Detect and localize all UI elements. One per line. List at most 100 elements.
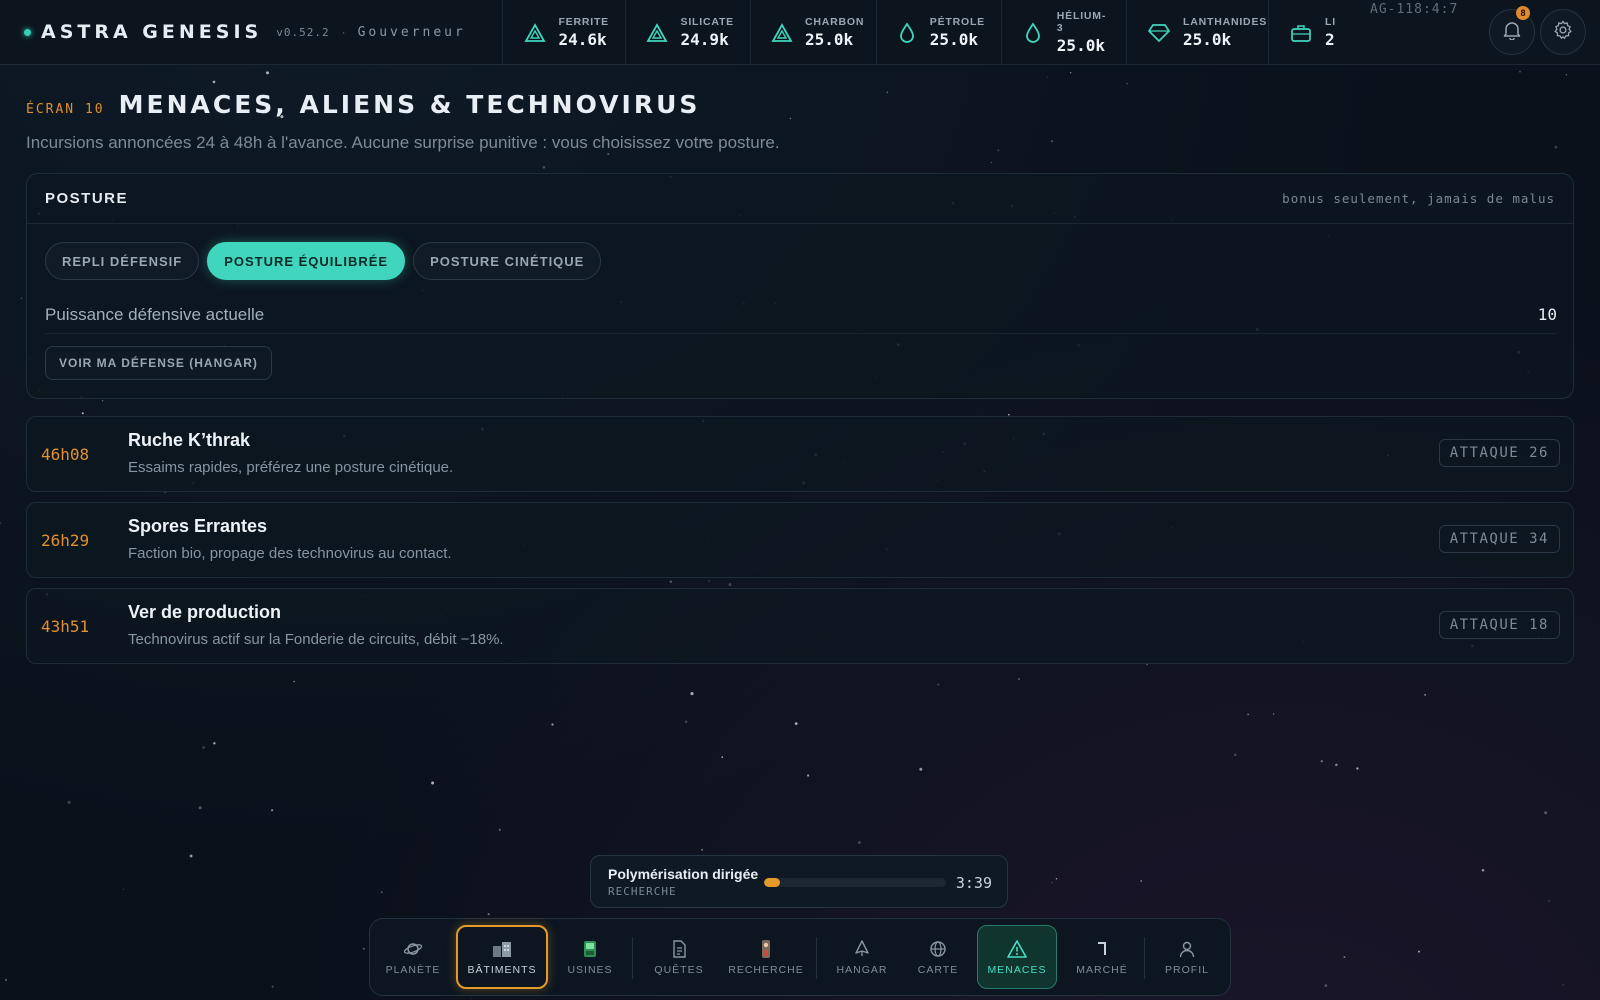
star	[701, 848, 704, 851]
star	[919, 767, 923, 771]
posture-equilibree-button[interactable]: POSTURE ÉQUILIBRÉE	[207, 242, 406, 280]
resource-label: FERRITE	[558, 16, 609, 28]
threat-card[interactable]: 43h51 Ver de production Technovirus acti…	[26, 588, 1574, 664]
nav-usines[interactable]: USINES	[554, 925, 626, 989]
nav-hangar[interactable]: HANGAR	[822, 925, 902, 989]
resource-value: 25.0k	[1183, 30, 1232, 49]
threat-attack-badge: ATTAQUE 18	[1438, 611, 1560, 639]
star	[1481, 868, 1485, 872]
screen-number: ÉCRAN 10	[26, 102, 105, 117]
star	[1356, 767, 1359, 770]
resource-li[interactable]: LI 2	[1269, 0, 1369, 65]
player-role: Gouverneur	[357, 24, 466, 40]
ship-icon	[853, 938, 871, 960]
star	[542, 166, 546, 169]
resource-value: 24.6k	[558, 30, 607, 49]
star	[997, 149, 1000, 152]
star	[498, 828, 501, 831]
nav-label: QUÊTES	[654, 964, 704, 976]
star	[1548, 900, 1550, 902]
nav-batiments[interactable]: BÂTIMENTS	[456, 925, 548, 989]
resource-label: HÉLIUM-3	[1056, 10, 1107, 34]
threat-card[interactable]: 46h08 Ruche K’thrak Essaims rapides, pré…	[26, 416, 1574, 492]
star	[1418, 950, 1420, 953]
star	[690, 692, 694, 696]
gear-icon	[1552, 19, 1574, 46]
screen-header: ÉCRAN 10 MENACES, ALIENS & TECHNOVIRUS	[26, 90, 700, 119]
gem-icon	[1147, 21, 1171, 45]
defense-power-label: Puissance défensive actuelle	[45, 304, 265, 324]
star	[1126, 82, 1128, 85]
nav-label: PLANÈTE	[385, 964, 441, 976]
research-progress-fill	[764, 878, 781, 887]
resource-silicate[interactable]: SILICATE 24.9k	[626, 0, 751, 65]
app-version: v0.52.2	[276, 25, 330, 39]
nav-profil[interactable]: PROFIL	[1150, 925, 1224, 989]
star	[293, 680, 295, 683]
threat-card[interactable]: 26h29 Spores Errantes Faction bio, propa…	[26, 502, 1574, 578]
threat-name: Spores Errantes	[128, 516, 268, 536]
star	[189, 854, 193, 858]
resource-helium-3[interactable]: HÉLIUM-3 25.0k	[1002, 0, 1127, 65]
resource-lanthanides[interactable]: LANTHANIDES 25.0k	[1127, 0, 1269, 65]
research-progress-toast[interactable]: Polymérisation dirigée RECHERCHE 3:39	[590, 855, 1008, 908]
star	[1050, 140, 1053, 143]
posture-title: POSTURE	[45, 190, 129, 207]
notification-badge: 8	[1516, 6, 1530, 20]
star	[1335, 763, 1338, 767]
resource-ferrite[interactable]: FERRITE 24.6k	[503, 0, 626, 65]
star	[937, 683, 940, 686]
resource-petrole[interactable]: PÉTROLE 25.0k	[877, 0, 1002, 65]
research-name: Polymérisation dirigée	[608, 866, 759, 882]
posture-cinetique-button[interactable]: POSTURE CINÉTIQUE	[413, 242, 602, 280]
page-subtitle: Incursions annoncées 24 à 48h à l'avance…	[26, 133, 780, 152]
nav-menaces[interactable]: MENACES	[977, 925, 1057, 989]
nav-planete[interactable]: PLANÈTE	[378, 925, 448, 989]
nav-divider	[816, 937, 817, 979]
star	[669, 580, 673, 584]
star	[728, 583, 732, 587]
star	[1320, 760, 1323, 763]
triangle-mineral-icon	[523, 21, 546, 45]
star	[684, 720, 688, 724]
bottom-nav: PLANÈTE BÂTIMENTS USINES QUÊTES RECHERCH…	[369, 918, 1231, 996]
defense-power-value: 10	[1537, 305, 1557, 324]
research-type: RECHERCHE	[608, 885, 677, 898]
star	[886, 91, 889, 94]
planet-icon	[403, 938, 423, 960]
star	[1247, 713, 1249, 716]
threat-attack-badge: ATTAQUE 26	[1438, 439, 1560, 467]
server-code: AG-118:4:7	[1370, 2, 1459, 17]
star	[380, 891, 383, 894]
notifications-button[interactable]: 8	[1489, 6, 1535, 55]
posture-repli-defensif-button[interactable]: REPLI DÉFENSIF	[45, 242, 200, 280]
star	[721, 756, 724, 758]
resource-value: 24.9k	[680, 30, 729, 49]
research-progress-bar	[764, 878, 946, 887]
nav-label: MARCHÉ	[1076, 964, 1128, 976]
star	[789, 117, 792, 120]
view-defense-button[interactable]: VOIR MA DÉFENSE (HANGAR)	[45, 346, 272, 380]
nav-quetes[interactable]: QUÊTES	[638, 925, 720, 989]
nav-marche[interactable]: MARCHÉ	[1062, 925, 1142, 989]
resource-label: SILICATE	[680, 16, 734, 28]
resource-charbon[interactable]: CHARBON 25.0k	[751, 0, 877, 65]
resource-label: LI	[1325, 16, 1336, 28]
star	[1069, 71, 1072, 74]
nav-label: HANGAR	[836, 964, 888, 976]
triangle-mineral-icon	[771, 21, 793, 45]
star	[1565, 74, 1568, 76]
resource-value: 25.0k	[929, 30, 978, 49]
resource-label: CHARBON	[805, 16, 865, 28]
star	[1055, 877, 1058, 880]
drop-icon	[1022, 21, 1045, 45]
star	[213, 742, 216, 745]
nav-recherche[interactable]: RECHERCHE	[724, 925, 808, 989]
nav-label: PROFIL	[1165, 964, 1209, 976]
settings-button[interactable]	[1540, 9, 1586, 55]
star	[0, 522, 2, 525]
brand: ASTRA GENESIS v0.52.2 · Gouverneur	[0, 0, 503, 64]
nav-carte[interactable]: CARTE	[904, 925, 972, 989]
star	[551, 723, 554, 726]
star	[362, 947, 365, 950]
